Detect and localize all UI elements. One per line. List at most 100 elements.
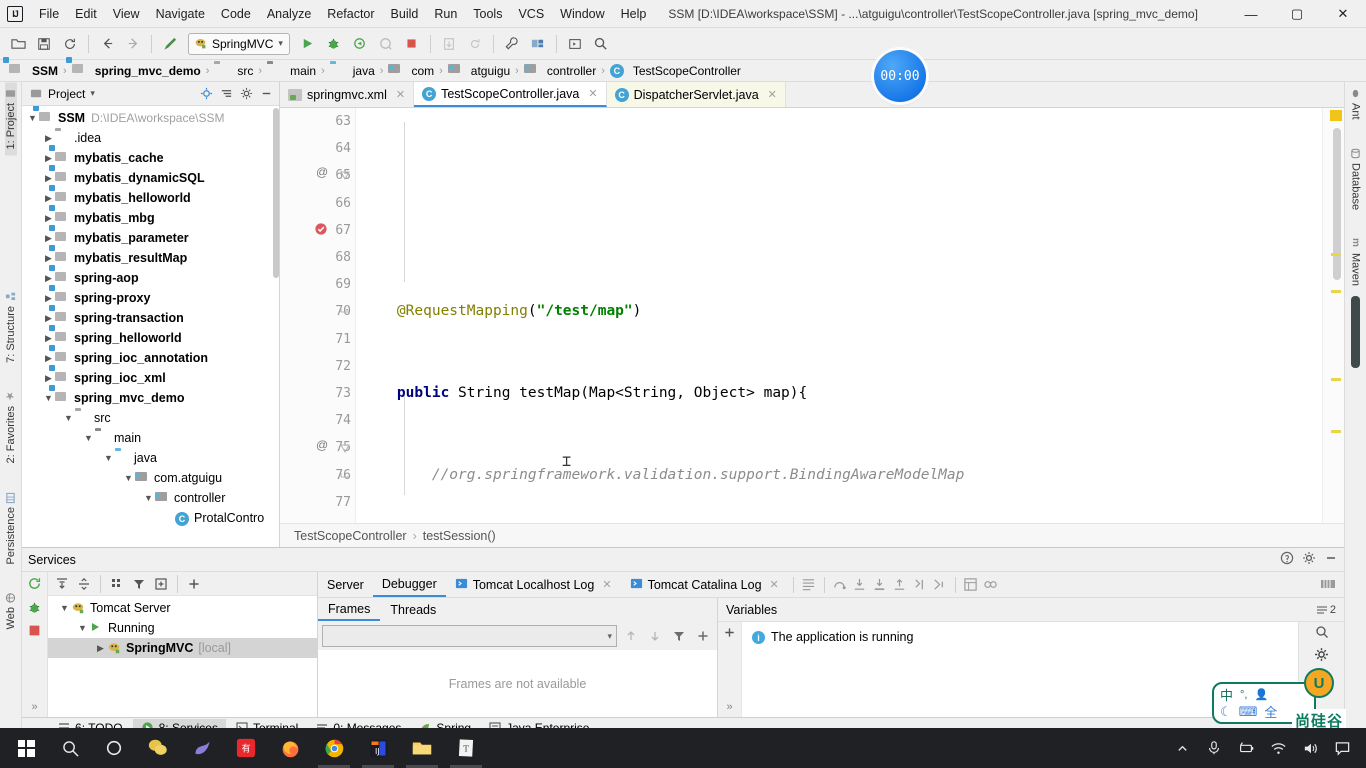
- tree-row-mybatis-resultmap[interactable]: ▶ mybatis_resultMap: [22, 248, 279, 268]
- tool-window-button-favorites[interactable]: 2: Favorites ★: [4, 385, 17, 469]
- menu-analyze[interactable]: Analyze: [259, 3, 319, 25]
- expand-strip-icon[interactable]: »: [726, 701, 732, 713]
- chevron-down-icon[interactable]: ▼: [58, 603, 71, 613]
- code-editor[interactable]: 63 64 65 66 67 68 69 70 71 72 73 74 75 7…: [280, 108, 1344, 523]
- menu-refactor[interactable]: Refactor: [319, 3, 382, 25]
- editor-scrollbar-thumb[interactable]: [1333, 128, 1341, 280]
- settings-gear-icon[interactable]: [1314, 647, 1329, 665]
- ime-punctuation-icon[interactable]: °,: [1240, 689, 1247, 701]
- chevron-down-icon[interactable]: ▼: [62, 413, 75, 423]
- rerun-service-icon[interactable]: [27, 576, 42, 594]
- tree-row-spring-transaction[interactable]: ▶ spring-transaction: [22, 308, 279, 328]
- chevron-right-icon[interactable]: ▶: [42, 293, 55, 304]
- menu-vcs[interactable]: VCS: [510, 3, 552, 25]
- chevron-down-icon[interactable]: ▾: [278, 38, 283, 49]
- chevron-down-icon[interactable]: ▼: [82, 433, 95, 443]
- debug-service-icon[interactable]: [27, 600, 42, 618]
- code-line-64[interactable]: @RequestMapping("/test/map"): [362, 298, 1322, 325]
- tool-window-button-structure[interactable]: 7: Structure: [5, 285, 17, 369]
- typora-icon[interactable]: T: [444, 728, 488, 768]
- annotation-marker-icon[interactable]: @: [316, 165, 328, 179]
- ime-user-icon[interactable]: 👤: [1254, 688, 1268, 701]
- tool-window-button-ant[interactable]: Ant: [1350, 82, 1362, 126]
- open-icon[interactable]: [6, 32, 30, 56]
- wifi-icon[interactable]: [1264, 728, 1292, 768]
- tree-row-main[interactable]: ▼ main: [22, 428, 279, 448]
- debugger-tab-debugger[interactable]: Debugger: [372, 573, 446, 597]
- breadcrumb-method[interactable]: testSession(): [423, 529, 496, 543]
- change-marker[interactable]: [1331, 253, 1341, 256]
- add-icon[interactable]: [184, 574, 204, 594]
- breadcrumb-item-com[interactable]: com: [385, 62, 437, 79]
- tool-window-button-persistence[interactable]: Persistence: [5, 486, 17, 570]
- add-watch-icon[interactable]: [723, 626, 736, 642]
- chevron-right-icon[interactable]: ▶: [42, 233, 55, 244]
- chevron-down-icon[interactable]: ▼: [76, 623, 89, 633]
- battery-icon[interactable]: [1232, 728, 1260, 768]
- editor-gutter[interactable]: 63 64 65 66 67 68 69 70 71 72 73 74 75 7…: [280, 108, 356, 523]
- tab-frames[interactable]: Frames: [318, 599, 381, 621]
- editor-tab-test-scope-controller[interactable]: C TestScopeController.java ✕: [414, 82, 607, 107]
- tree-row-controller[interactable]: ▼ controller: [22, 488, 279, 508]
- fold-collapse-icon[interactable]: [340, 443, 350, 457]
- expand-strip-icon[interactable]: »: [31, 701, 37, 713]
- chevron-right-icon[interactable]: ▶: [42, 373, 55, 384]
- change-marker[interactable]: [1331, 290, 1341, 293]
- fold-end-icon[interactable]: [340, 305, 350, 319]
- show-config-icon[interactable]: [151, 574, 171, 594]
- change-marker[interactable]: [1331, 378, 1341, 381]
- breadcrumb-item-java[interactable]: java: [327, 62, 378, 79]
- menu-help[interactable]: Help: [613, 3, 655, 25]
- chevron-right-icon[interactable]: ▶: [42, 213, 55, 224]
- expand-collapse-icon[interactable]: [217, 85, 235, 103]
- chevron-down-icon[interactable]: ▼: [142, 493, 155, 503]
- menu-run[interactable]: Run: [426, 3, 465, 25]
- project-tree[interactable]: ▼ SSM D:\IDEA\workspace\SSM ▶ .idea ▶ my…: [22, 106, 279, 547]
- tree-row-mybatis-cache[interactable]: ▶ mybatis_cache: [22, 148, 279, 168]
- volume-icon[interactable]: [1296, 728, 1324, 768]
- project-tree-scrollbar[interactable]: [273, 108, 279, 278]
- build-icon[interactable]: [158, 32, 182, 56]
- chevron-right-icon[interactable]: ▶: [94, 643, 107, 654]
- breakpoint-icon[interactable]: [314, 222, 328, 239]
- menu-build[interactable]: Build: [383, 3, 427, 25]
- warning-marker[interactable]: [1330, 110, 1342, 121]
- menu-bar[interactable]: File Edit View Navigate Code Analyze Ref…: [31, 3, 654, 25]
- tree-row-com-atguigu[interactable]: ▼ com.atguigu: [22, 468, 279, 488]
- stop-service-icon[interactable]: [28, 624, 41, 640]
- ime-chinese-mode-icon[interactable]: 中: [1220, 685, 1233, 704]
- debugger-tab-server[interactable]: Server: [318, 574, 373, 596]
- ime-moon-icon[interactable]: ☾: [1220, 704, 1232, 720]
- breadcrumb-item-test-scope-controller[interactable]: C TestScopeController: [607, 62, 744, 79]
- layout-settings-icon[interactable]: [1318, 575, 1338, 595]
- chevron-down-icon[interactable]: ▾: [607, 631, 612, 642]
- breadcrumb-item-ssm[interactable]: SSM: [6, 62, 61, 79]
- menu-edit[interactable]: Edit: [67, 3, 105, 25]
- start-icon[interactable]: [4, 728, 48, 768]
- menu-navigate[interactable]: Navigate: [148, 3, 213, 25]
- help-icon[interactable]: [1280, 551, 1294, 568]
- youdao-icon[interactable]: 有: [224, 728, 268, 768]
- tree-row-mybatis-helloworld[interactable]: ▶ mybatis_helloworld: [22, 188, 279, 208]
- search-everywhere-icon[interactable]: [589, 32, 613, 56]
- chevron-down-icon[interactable]: ▼: [26, 113, 39, 123]
- editor-vertical-scrollbar[interactable]: [1351, 295, 1360, 368]
- services-tree[interactable]: ▼ Tomcat Server ▼ Running ▶ SpringMVC [l…: [48, 596, 317, 717]
- close-icon[interactable]: ✕: [770, 578, 779, 591]
- chevron-down-icon[interactable]: ▼: [102, 453, 115, 463]
- thread-selector[interactable]: ▾: [322, 625, 617, 647]
- services-row-running[interactable]: ▼ Running: [48, 618, 317, 638]
- editor-tab-dispatcher-servlet[interactable]: C DispatcherServlet.java ✕: [606, 82, 786, 107]
- sync-icon[interactable]: [58, 32, 82, 56]
- run-configuration-selector[interactable]: SpringMVC ▾: [188, 32, 290, 55]
- tree-row-spring-helloworld[interactable]: ▶ spring_helloworld: [22, 328, 279, 348]
- explorer-icon[interactable]: [400, 728, 444, 768]
- code-text[interactable]: @RequestMapping("/test/map") public Stri…: [356, 108, 1322, 523]
- breadcrumb-item-src[interactable]: src: [211, 62, 256, 79]
- filter-icon[interactable]: [129, 574, 149, 594]
- hide-icon[interactable]: [1324, 551, 1338, 568]
- annotation-marker-icon[interactable]: @: [316, 438, 328, 452]
- editor-marker-rail[interactable]: [1322, 108, 1344, 523]
- fold-collapse-icon[interactable]: [340, 170, 350, 184]
- firefox-icon[interactable]: [268, 728, 312, 768]
